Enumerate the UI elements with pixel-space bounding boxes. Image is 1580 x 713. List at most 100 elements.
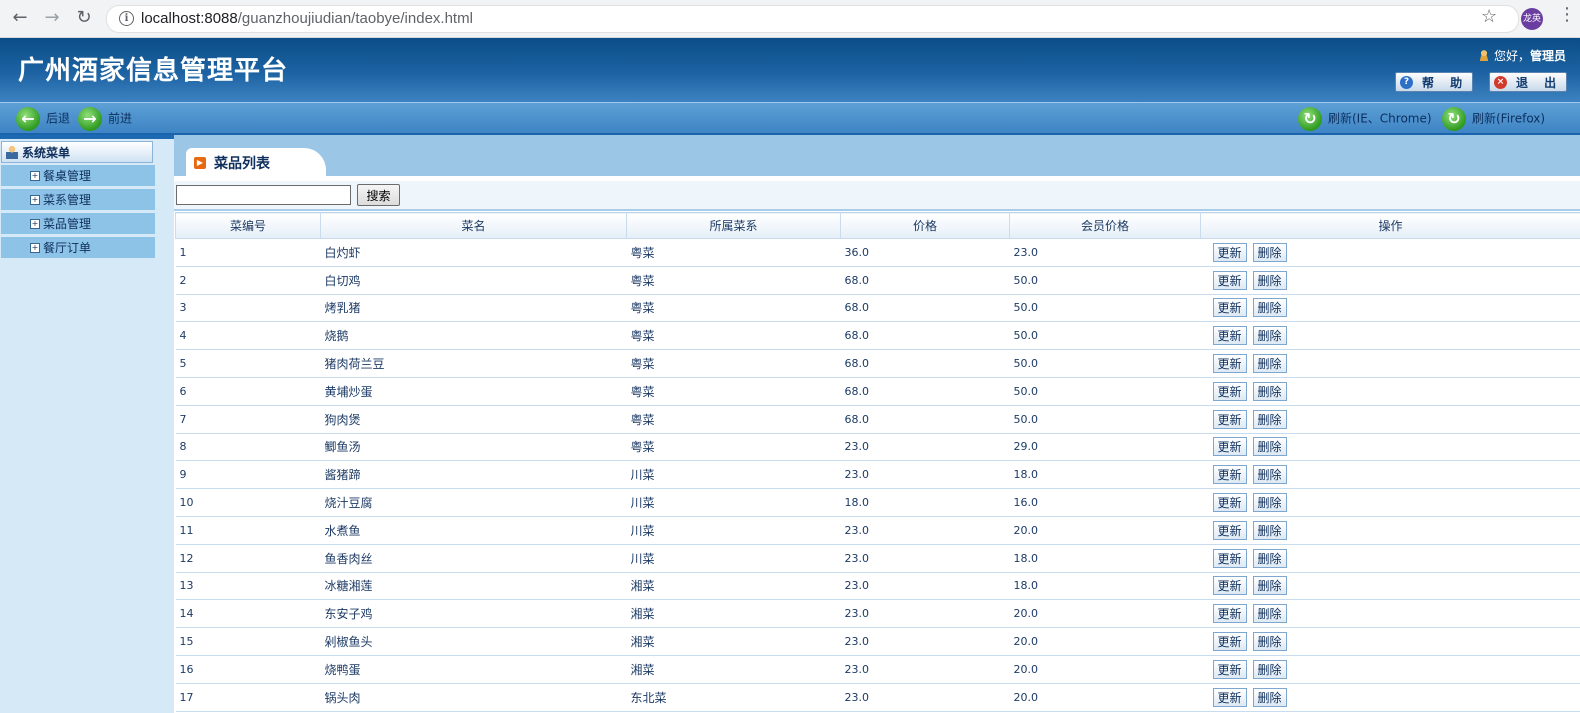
delete-button[interactable]: 删除 bbox=[1252, 576, 1287, 596]
column-header-name[interactable]: 菜名 bbox=[320, 212, 627, 239]
delete-button[interactable]: 删除 bbox=[1252, 659, 1287, 679]
table-row: 8 鲫鱼汤 粤菜 23.0 29.0 更新 删除 bbox=[175, 433, 1580, 462]
update-button[interactable]: 更新 bbox=[1212, 576, 1247, 596]
update-button[interactable]: 更新 bbox=[1212, 409, 1247, 429]
logout-button[interactable]: × 退 出 bbox=[1489, 72, 1567, 92]
update-button[interactable]: 更新 bbox=[1212, 632, 1247, 652]
system-menu-title: 系统菜单 bbox=[22, 146, 71, 160]
cell-id: 16 bbox=[175, 655, 321, 684]
delete-button[interactable]: 删除 bbox=[1252, 326, 1287, 346]
delete-button[interactable]: 删除 bbox=[1252, 437, 1287, 457]
sidebar-item-cuisines[interactable]: + 菜系管理 bbox=[1, 189, 155, 211]
browser-reload-icon[interactable]: ↻ bbox=[72, 6, 96, 30]
update-button[interactable]: 更新 bbox=[1212, 548, 1247, 568]
column-header-price[interactable]: 价格 bbox=[840, 212, 1010, 239]
cell-member-price: 20.0 bbox=[1009, 516, 1201, 545]
cell-price: 23.0 bbox=[840, 572, 1010, 601]
cell-actions: 更新 删除 bbox=[1200, 516, 1580, 545]
delete-button[interactable]: 删除 bbox=[1252, 270, 1287, 290]
update-button[interactable]: 更新 bbox=[1212, 604, 1247, 624]
cell-actions: 更新 删除 bbox=[1200, 488, 1580, 517]
table-row: 14 东安子鸡 湘菜 23.0 20.0 更新 删除 bbox=[175, 599, 1580, 629]
column-header-member-price[interactable]: 会员价格 bbox=[1009, 212, 1201, 239]
refresh-icon: ↻ bbox=[1298, 106, 1322, 131]
sidebar-item-orders[interactable]: + 餐厅订单 bbox=[1, 237, 155, 259]
sidebar-item-label: 菜品管理 bbox=[43, 217, 92, 231]
browser-forward-icon[interactable]: → bbox=[40, 6, 64, 30]
system-menu-header[interactable]: 系统菜单 bbox=[1, 141, 153, 163]
search-button[interactable]: 搜索 bbox=[357, 184, 400, 206]
delete-button[interactable]: 删除 bbox=[1252, 354, 1287, 374]
column-header-id[interactable]: 菜编号 bbox=[175, 212, 321, 239]
forward-button[interactable]: → 前进 bbox=[78, 105, 132, 131]
update-button[interactable]: 更新 bbox=[1212, 270, 1247, 290]
profile-avatar[interactable]: 龙英 bbox=[1521, 8, 1543, 30]
cell-name: 烤乳猪 bbox=[320, 294, 627, 323]
cell-id: 9 bbox=[175, 460, 321, 490]
delete-button[interactable]: 删除 bbox=[1252, 298, 1287, 318]
update-button[interactable]: 更新 bbox=[1212, 354, 1247, 374]
cell-price: 23.0 bbox=[840, 460, 1010, 490]
delete-button[interactable]: 删除 bbox=[1252, 409, 1287, 429]
update-button[interactable]: 更新 bbox=[1212, 659, 1247, 679]
cell-id: 6 bbox=[175, 377, 321, 406]
update-button[interactable]: 更新 bbox=[1212, 437, 1247, 457]
cell-actions: 更新 删除 bbox=[1200, 349, 1580, 378]
cell-actions: 更新 删除 bbox=[1200, 599, 1580, 629]
cell-cuisine: 湘菜 bbox=[626, 655, 841, 684]
sidebar-item-label: 餐厅订单 bbox=[43, 241, 92, 255]
cell-name: 鱼香肉丝 bbox=[320, 544, 627, 573]
search-input[interactable] bbox=[176, 185, 351, 205]
delete-button[interactable]: 删除 bbox=[1252, 687, 1287, 707]
help-button[interactable]: ? 帮 助 bbox=[1395, 72, 1473, 92]
cell-actions: 更新 删除 bbox=[1200, 294, 1580, 323]
delete-button[interactable]: 删除 bbox=[1252, 604, 1287, 624]
refresh-firefox-button[interactable]: ↻ 刷新(Firefox) bbox=[1442, 105, 1545, 131]
refresh-ie-button[interactable]: ↻ 刷新(IE、Chrome) bbox=[1298, 105, 1432, 131]
cell-id: 2 bbox=[175, 266, 321, 295]
delete-button[interactable]: 删除 bbox=[1252, 242, 1287, 262]
update-button[interactable]: 更新 bbox=[1212, 520, 1247, 540]
cell-id: 8 bbox=[175, 433, 321, 462]
sidebar-item-tables[interactable]: + 餐桌管理 bbox=[1, 165, 155, 187]
delete-button[interactable]: 删除 bbox=[1252, 548, 1287, 568]
update-button[interactable]: 更新 bbox=[1212, 687, 1247, 707]
search-bar: 搜索 bbox=[174, 181, 1580, 211]
info-icon[interactable]: i bbox=[119, 11, 134, 26]
browser-back-icon[interactable]: ← bbox=[8, 6, 32, 30]
dish-table: 菜编号 菜名 所属菜系 价格 会员价格 操作 1 白灼虾 粤菜 36.0 23.0 更新删… bbox=[175, 212, 1580, 712]
delete-button[interactable]: 删除 bbox=[1252, 520, 1287, 540]
update-button[interactable]: 更新 bbox=[1212, 381, 1247, 401]
cell-id: 3 bbox=[175, 294, 321, 323]
back-button[interactable]: ← 后退 bbox=[16, 105, 70, 131]
column-header-cuisine[interactable]: 所属菜系 bbox=[626, 212, 841, 239]
table-row: 16 烧鸭蛋 湘菜 23.0 20.0 更新 删除 bbox=[175, 655, 1580, 684]
update-button[interactable]: 更新 bbox=[1212, 242, 1247, 262]
update-button[interactable]: 更新 bbox=[1212, 465, 1247, 485]
update-button[interactable]: 更新 bbox=[1212, 493, 1247, 513]
delete-button[interactable]: 删除 bbox=[1252, 381, 1287, 401]
sidebar-item-dishes[interactable]: + 菜品管理 bbox=[1, 213, 155, 235]
update-button[interactable]: 更新 bbox=[1212, 326, 1247, 346]
table-row: 11 水煮鱼 川菜 23.0 20.0 更新 删除 bbox=[175, 516, 1580, 545]
bookmark-star-icon[interactable]: ☆ bbox=[1481, 6, 1497, 27]
cell-price: 23.0 bbox=[840, 433, 1010, 462]
tab-dish-list[interactable]: ▶ 菜品列表 bbox=[186, 148, 326, 176]
cell-name: 烧汁豆腐 bbox=[320, 488, 627, 517]
cell-id: 1 bbox=[175, 238, 321, 267]
table-row: 2 白切鸡 粤菜 68.0 50.0 更新 删除 bbox=[175, 266, 1580, 295]
menu-user-icon bbox=[6, 145, 18, 159]
url-text[interactable]: localhost:8088/guanzhoujiudian/taobye/in… bbox=[141, 10, 473, 27]
update-button[interactable]: 更新 bbox=[1212, 298, 1247, 318]
delete-button[interactable]: 删除 bbox=[1252, 493, 1287, 513]
cell-cuisine: 粤菜 bbox=[626, 238, 841, 267]
cell-member-price: 20.0 bbox=[1009, 655, 1201, 684]
delete-button[interactable]: 删除 bbox=[1252, 632, 1287, 652]
cell-member-price: 50.0 bbox=[1009, 266, 1201, 295]
cell-name: 黄埔炒蛋 bbox=[320, 377, 627, 406]
cell-cuisine: 湘菜 bbox=[626, 572, 841, 601]
cell-price: 68.0 bbox=[840, 294, 1010, 323]
delete-button[interactable]: 删除 bbox=[1252, 465, 1287, 485]
browser-menu-icon[interactable]: ⋮ bbox=[1558, 4, 1576, 25]
address-bar[interactable]: i localhost:8088/guanzhoujiudian/taobye/… bbox=[106, 5, 1519, 33]
